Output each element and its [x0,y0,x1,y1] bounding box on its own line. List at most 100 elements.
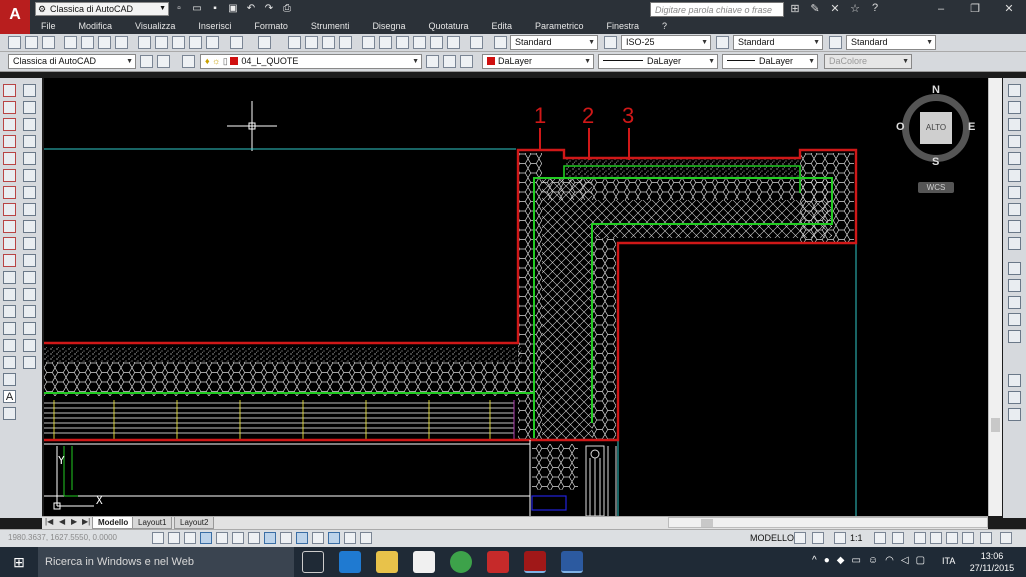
status-menu-icon[interactable] [980,532,992,544]
help-icon[interactable] [470,36,483,49]
model-space-toggle[interactable]: MODELLO [750,533,794,543]
text-style-icon[interactable] [494,36,507,49]
line-icon[interactable] [3,84,16,97]
save-file-icon[interactable] [42,36,55,49]
tray-volume-icon[interactable]: ◁ [901,555,909,566]
exchange-icon[interactable]: ✕ [828,2,842,15]
point-icon[interactable] [3,305,16,318]
ellipse-icon[interactable] [3,237,16,250]
menu-modifica[interactable]: Modifica [56,19,113,34]
new-icon[interactable]: ▫ [172,2,186,16]
save-icon[interactable]: ▪ [208,2,222,16]
publish-icon[interactable] [98,36,111,49]
chrome-icon[interactable] [450,551,472,573]
horizontal-scrollbar[interactable] [668,517,988,528]
layer-freeze-icon[interactable] [1008,118,1021,131]
tools-icon[interactable]: ✎ [808,2,822,15]
save-as-icon[interactable]: ▣ [226,2,240,16]
tab-model[interactable]: Modello [92,517,135,529]
open-file-icon[interactable] [25,36,38,49]
snap-mode-icon[interactable] [168,532,180,544]
viewcube[interactable]: ALTO N S E O [896,84,976,168]
revcloud-icon[interactable] [3,203,16,216]
stretch-icon[interactable] [23,220,36,233]
close-icon[interactable]: ✕ [992,0,1026,19]
compass-west[interactable]: O [896,121,905,133]
table-icon[interactable] [3,373,16,386]
table-style-select[interactable]: Standard ▼ [733,35,823,50]
redo-icon[interactable]: ↷ [262,2,276,16]
language-indicator[interactable]: ITA [942,556,955,566]
tray-chevron-icon[interactable]: ^ [812,555,817,566]
transparency-icon[interactable] [328,532,340,544]
dimension-icon[interactable] [1008,84,1021,97]
tool-palettes-icon[interactable] [396,36,409,49]
insert-block-icon[interactable] [3,271,16,284]
isolate-objects-icon[interactable] [962,532,974,544]
menu-help[interactable]: ? [639,19,667,34]
plot-icon[interactable]: ⎙ [280,2,294,16]
construction-line-icon[interactable] [3,101,16,114]
layer-state-icon[interactable] [460,55,473,68]
annotation-scale-value[interactable]: 1:1 [850,533,863,543]
copy-icon[interactable] [155,36,168,49]
chamfer-icon[interactable] [23,322,36,335]
infer-constraints-icon[interactable] [152,532,164,544]
quick-view-drawings-icon[interactable] [812,532,824,544]
3d-print-icon[interactable] [115,36,128,49]
inquiry-icon[interactable] [1008,374,1021,387]
autoscale-icon[interactable] [892,532,904,544]
next-tab-icon[interactable]: ▶ [71,517,77,526]
favorite-icon[interactable]: ☆ [848,2,862,15]
zoom-previous-icon[interactable] [339,36,352,49]
mleader-style-select[interactable]: Standard ▼ [846,35,936,50]
layer-merge-icon[interactable] [1008,279,1021,292]
tray-notifications-icon[interactable]: ▢ [916,555,925,566]
minimize-icon[interactable]: – [924,0,958,19]
dim-style-select[interactable]: ISO-25 ▼ [621,35,711,50]
first-tab-icon[interactable]: |◀ [45,517,53,526]
edge-icon[interactable] [339,551,361,573]
gradient-icon[interactable] [3,339,16,352]
polygon-icon[interactable] [3,135,16,148]
drawing-canvas[interactable]: Y X 1 2 3 [44,78,988,516]
spline-icon[interactable] [3,220,16,233]
tray-people-icon[interactable]: ☺ [868,555,878,566]
object-snap-icon[interactable] [232,532,244,544]
pan-icon[interactable] [288,36,301,49]
annotation-scale-icon[interactable] [834,532,846,544]
annotation-visibility-icon[interactable] [874,532,886,544]
tab-layout1[interactable]: Layout1 [132,517,173,529]
compass-north[interactable]: N [932,84,940,96]
menu-strumenti[interactable]: Strumenti [288,19,350,34]
store-icon[interactable] [413,551,435,573]
task-view-icon[interactable] [302,551,324,573]
hardware-acceleration-icon[interactable] [946,532,958,544]
array-icon[interactable] [23,152,36,165]
autocad-taskbar-icon[interactable] [524,551,546,573]
polar-tracking-icon[interactable] [216,532,228,544]
layer-properties-icon[interactable] [182,55,195,68]
mirror-icon[interactable] [23,118,36,131]
layer-turn-on-icon[interactable] [1008,262,1021,275]
open-icon[interactable]: ▭ [190,2,204,16]
layer-previous-icon[interactable] [443,55,456,68]
tray-ps-icon[interactable]: ◆ [837,555,845,566]
menu-disegna[interactable]: Disegna [349,19,405,34]
layer-isolate-icon[interactable] [1008,152,1021,165]
quick-view-layouts-icon[interactable] [794,532,806,544]
tray-app-icon[interactable]: ● [824,555,830,566]
erase-icon[interactable] [23,84,36,97]
compass-east[interactable]: E [968,121,975,133]
new-file-icon[interactable] [8,36,21,49]
layer-off-icon[interactable] [1008,135,1021,148]
layer-select[interactable]: ♦ ☼ ▯ 04_L_QUOTE ▼ [200,54,422,69]
color-select[interactable]: DaLayer ▼ [482,54,594,69]
menu-finestra[interactable]: Finestra [584,19,640,34]
region-icon[interactable] [3,356,16,369]
area-icon[interactable] [1008,391,1021,404]
make-block-icon[interactable] [3,288,16,301]
undo-icon[interactable]: ↶ [244,2,258,16]
layer-walk-icon[interactable] [1008,237,1021,250]
clean-screen-icon[interactable] [1000,532,1012,544]
